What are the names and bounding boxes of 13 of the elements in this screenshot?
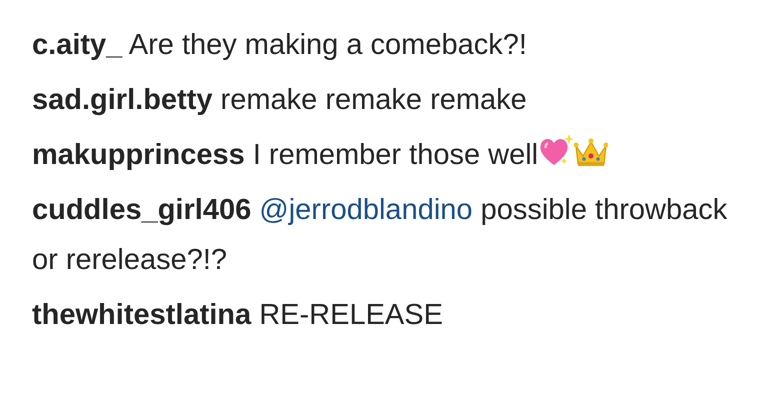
username-link[interactable]: thewhitestlatina [32, 299, 252, 331]
comment-text: cuddles_girl406 @jerrodblandino possible throwback or rerelease?!? [32, 193, 728, 278]
username-link[interactable]: makupprincess [32, 139, 245, 171]
username-link[interactable]: cuddles_girl406 [32, 194, 252, 226]
crown-icon [574, 138, 608, 168]
comment-text: makupprincess I remember those well [32, 130, 732, 180]
comment-text: c.aity_ Are they making a comeback?! [32, 28, 528, 63]
comment-text: sad.girl.betty remake remake remake [32, 83, 528, 118]
username-link[interactable]: sad.girl.betty [32, 84, 212, 116]
mention-link[interactable]: @jerrodblandino [259, 194, 473, 226]
comment-text: thewhitestlatina RE-RELEASE [32, 298, 444, 333]
sparkling-heart-icon [538, 134, 574, 168]
username-link[interactable]: c.aity_ [32, 29, 122, 61]
